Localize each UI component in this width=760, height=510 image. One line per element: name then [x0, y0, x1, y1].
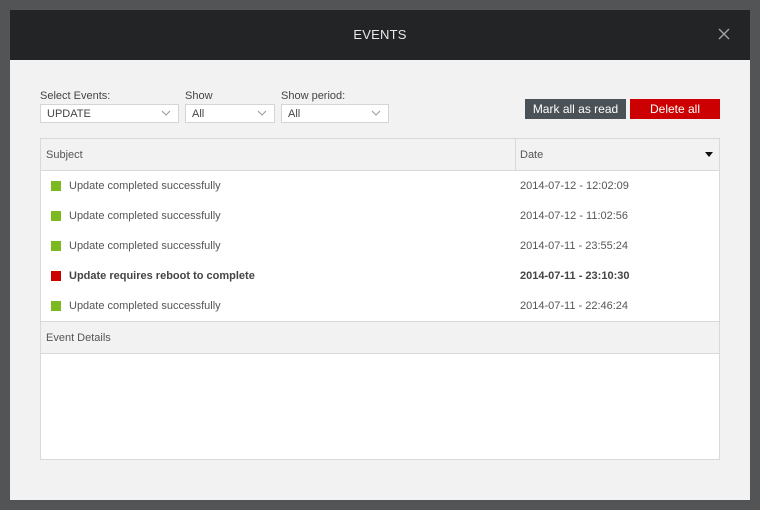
event-details-heading: Event Details: [46, 332, 111, 344]
sort-desc-icon[interactable]: [705, 152, 713, 157]
show-period-value: All: [288, 108, 301, 120]
row-date: 2014-07-11 - 22:46:24: [520, 300, 629, 312]
table-row[interactable]: Update requires reboot to complete 2014-…: [41, 261, 719, 291]
table-row[interactable]: Update completed successfully 2014-07-11…: [41, 231, 719, 261]
column-header-date[interactable]: Date: [520, 149, 543, 161]
select-events-label: Select Events:: [40, 90, 111, 102]
dialog-header: EVENTS: [10, 10, 750, 60]
show-label: Show: [185, 90, 213, 102]
status-icon: [51, 271, 61, 281]
show-value: All: [192, 108, 205, 120]
select-events-dropdown[interactable]: UPDATE: [40, 104, 179, 123]
row-date: 2014-07-12 - 12:02:09: [520, 180, 629, 192]
table-row[interactable]: Update completed successfully 2014-07-12…: [41, 201, 719, 231]
row-subject: Update completed successfully: [69, 300, 221, 312]
row-subject: Update completed successfully: [69, 180, 221, 192]
mark-all-read-button[interactable]: Mark all as read: [525, 99, 626, 119]
table-row[interactable]: Update completed successfully 2014-07-12…: [41, 171, 719, 201]
close-button[interactable]: [716, 24, 732, 44]
show-period-dropdown[interactable]: All: [281, 104, 389, 123]
row-date: 2014-07-11 - 23:10:30: [520, 270, 630, 282]
event-details-panel: [41, 354, 719, 459]
events-table: Subject Date Update completed successful…: [40, 138, 720, 460]
row-subject: Update completed successfully: [69, 210, 221, 222]
column-divider: [515, 139, 516, 170]
row-subject: Update completed successfully: [69, 240, 221, 252]
dialog-title: EVENTS: [353, 27, 407, 42]
show-period-label: Show period:: [281, 90, 346, 102]
chevron-down-icon: [371, 110, 381, 116]
chevron-down-icon: [161, 110, 171, 116]
status-icon: [51, 301, 61, 311]
event-details-header: Event Details: [41, 321, 719, 354]
row-subject: Update requires reboot to complete: [69, 270, 255, 282]
table-header: Subject Date: [41, 139, 719, 171]
close-icon: [718, 28, 730, 40]
column-header-subject[interactable]: Subject: [46, 149, 83, 161]
select-events-value: UPDATE: [47, 108, 91, 120]
delete-all-button[interactable]: Delete all: [630, 99, 720, 119]
show-dropdown[interactable]: All: [185, 104, 275, 123]
table-row[interactable]: Update completed successfully 2014-07-11…: [41, 291, 719, 321]
status-icon: [51, 211, 61, 221]
row-date: 2014-07-12 - 11:02:56: [520, 210, 629, 222]
row-date: 2014-07-11 - 23:55:24: [520, 240, 629, 252]
status-icon: [51, 181, 61, 191]
chevron-down-icon: [257, 110, 267, 116]
status-icon: [51, 241, 61, 251]
